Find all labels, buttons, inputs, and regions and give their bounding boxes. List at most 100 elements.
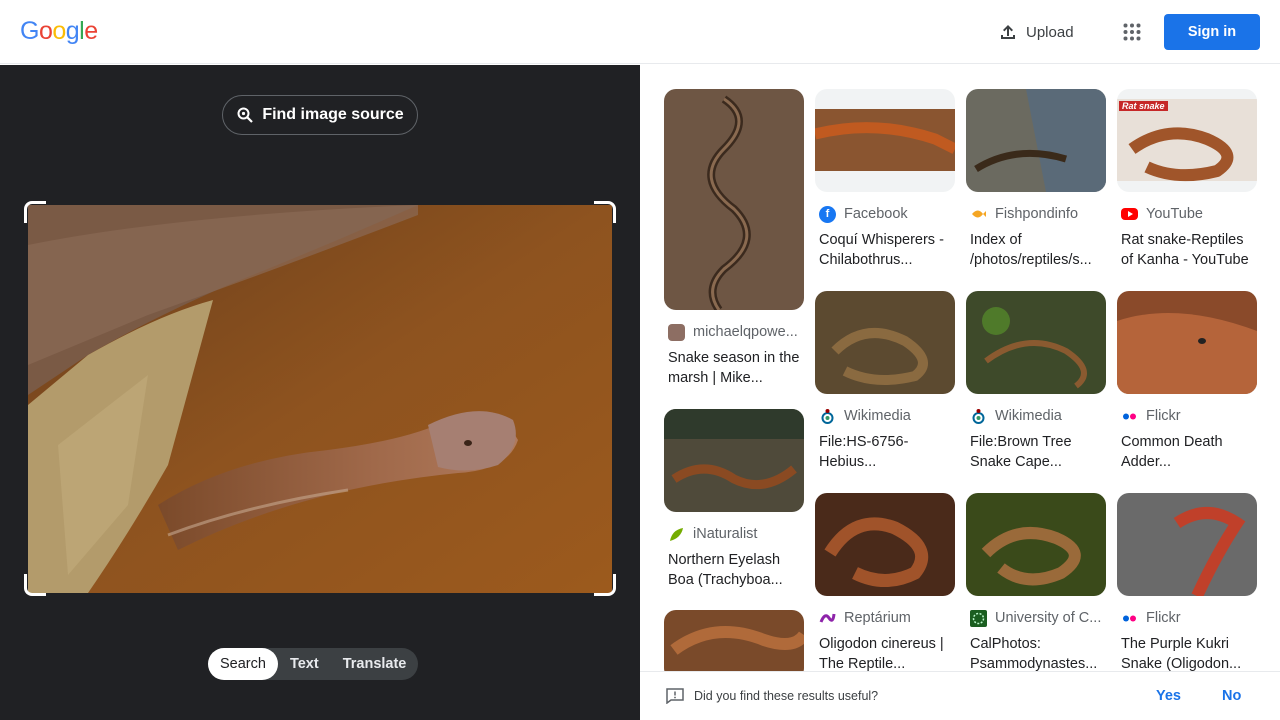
- result-source: Flickr: [1117, 406, 1257, 426]
- result-source-name: University of C...: [995, 610, 1102, 626]
- logo-letter: e: [84, 17, 98, 45]
- tab-search[interactable]: Search: [208, 648, 278, 680]
- result-thumbnail[interactable]: Rat snake: [1117, 89, 1257, 192]
- snake-thumbnail-image: [1117, 493, 1257, 596]
- wikimedia-icon: [819, 408, 836, 425]
- result-title[interactable]: File:HS-6756-Hebius...: [815, 432, 955, 472]
- feedback-question: Did you find these results useful?: [694, 689, 879, 703]
- snake-thumbnail-image: [815, 493, 955, 596]
- result-source-name: Flickr: [1146, 408, 1181, 424]
- result-title[interactable]: Oligodon cinereus | The Reptile...: [815, 634, 955, 671]
- wikimedia-icon: [970, 408, 987, 425]
- sign-in-button[interactable]: Sign in: [1164, 14, 1260, 50]
- result-source: Flickr: [1117, 608, 1257, 628]
- feedback-bar: Did you find these results useful? Yes N…: [640, 671, 1280, 720]
- result-thumbnail[interactable]: [966, 89, 1106, 192]
- result-title[interactable]: File:Brown Tree Snake Cape...: [966, 432, 1106, 472]
- result-source-name: Wikimedia: [995, 408, 1062, 424]
- result-card[interactable]: Fishpondinfo Index of /photos/reptiles/s…: [966, 89, 1106, 270]
- result-thumbnail[interactable]: [664, 409, 804, 512]
- snake-photo: [28, 205, 612, 593]
- snake-thumbnail-image: [966, 89, 1106, 192]
- upload-label: Upload: [1026, 23, 1074, 41]
- flickr-icon: [1121, 610, 1138, 627]
- result-source: michaelqpowe...: [664, 322, 804, 342]
- top-bar: Google Upload Sign in: [0, 0, 1280, 64]
- result-source-name: iNaturalist: [693, 526, 758, 542]
- visual-matches-grid: michaelqpowe... Snake season in the mars…: [640, 65, 1280, 671]
- result-thumbnail[interactable]: [664, 610, 804, 671]
- result-card[interactable]: University of C... CalPhotos: Psammodyna…: [966, 493, 1106, 671]
- result-title[interactable]: Northern Eyelash Boa (Trachyboa...: [664, 550, 804, 590]
- snake-thumbnail-image: [1117, 99, 1257, 182]
- result-thumbnail[interactable]: [815, 89, 955, 192]
- find-image-source-label: Find image source: [262, 106, 404, 123]
- apps-button[interactable]: [1116, 16, 1148, 48]
- query-image[interactable]: [28, 205, 612, 593]
- result-source-name: Wikimedia: [844, 408, 911, 424]
- result-title[interactable]: CalPhotos: Psammodynastes...: [966, 634, 1106, 671]
- fishpondinfo-icon: [970, 206, 987, 223]
- snake-thumbnail-image: [966, 493, 1106, 596]
- result-thumbnail[interactable]: [1117, 291, 1257, 394]
- result-card[interactable]: Wikimedia File:HS-6756-Hebius...: [815, 291, 955, 472]
- result-card[interactable]: Wikimedia File:Brown Tree Snake Cape...: [966, 291, 1106, 472]
- result-source-name: michaelqpowe...: [693, 324, 798, 340]
- result-title[interactable]: Index of /photos/reptiles/s...: [966, 230, 1106, 270]
- find-image-source-button[interactable]: Find image source: [222, 95, 418, 135]
- inaturalist-leaf-icon: [668, 526, 685, 543]
- google-logo[interactable]: Google: [20, 17, 98, 46]
- result-card[interactable]: Flickr The Purple Kukri Snake (Oligodon.…: [1117, 493, 1257, 671]
- result-thumbnail[interactable]: [966, 493, 1106, 596]
- result-thumbnail[interactable]: [966, 291, 1106, 394]
- result-source-name: Facebook: [844, 206, 908, 222]
- result-source-name: Flickr: [1146, 610, 1181, 626]
- result-source: iNaturalist: [664, 524, 804, 544]
- upload-button[interactable]: Upload: [988, 14, 1084, 50]
- result-source: University of C...: [966, 608, 1106, 628]
- result-thumbnail[interactable]: [815, 291, 955, 394]
- snake-thumbnail-image: [1117, 291, 1257, 394]
- result-thumbnail[interactable]: [664, 89, 804, 310]
- logo-letter: G: [20, 17, 39, 45]
- result-title[interactable]: Coquí Whisperers - Chilabothrus...: [815, 230, 955, 270]
- result-card[interactable]: Reptárium Oligodon cinereus | The Reptil…: [815, 493, 955, 671]
- result-thumbnail[interactable]: [815, 493, 955, 596]
- query-image-panel: Find image source Search Text Translate: [0, 65, 640, 720]
- result-card[interactable]: Flickr Common Death Adder...: [1117, 291, 1257, 472]
- result-card[interactable]: [664, 610, 804, 671]
- crop-handle-bottom-left[interactable]: [24, 574, 46, 596]
- result-thumbnail[interactable]: [1117, 493, 1257, 596]
- result-source: Reptárium: [815, 608, 955, 628]
- crop-handle-bottom-right[interactable]: [594, 574, 616, 596]
- result-title[interactable]: Rat snake-Reptiles of Kanha - YouTube: [1117, 230, 1257, 270]
- flickr-icon: [1121, 408, 1138, 425]
- logo-letter: g: [65, 17, 80, 45]
- university-icon: [970, 609, 987, 627]
- feedback-yes-button[interactable]: Yes: [1156, 688, 1181, 704]
- snake-thumbnail-image: [664, 409, 804, 512]
- result-title[interactable]: The Purple Kukri Snake (Oligodon...: [1117, 634, 1257, 671]
- avatar-icon: [668, 323, 685, 341]
- youtube-icon: [1121, 208, 1138, 220]
- feedback-no-button[interactable]: No: [1222, 688, 1241, 704]
- lens-search-icon: [237, 107, 254, 123]
- result-source: Fishpondinfo: [966, 204, 1106, 224]
- mode-tabs: Search Text Translate: [208, 648, 419, 680]
- crop-handle-top-left[interactable]: [24, 201, 46, 223]
- snake-thumbnail-image: [664, 610, 804, 671]
- result-card[interactable]: iNaturalist Northern Eyelash Boa (Trachy…: [664, 409, 804, 590]
- apps-grid-icon: [1123, 23, 1141, 41]
- crop-handle-top-right[interactable]: [594, 201, 616, 223]
- result-card[interactable]: Rat snake YouTube Rat snake-Reptiles of …: [1117, 89, 1257, 270]
- tab-translate[interactable]: Translate: [331, 648, 419, 680]
- result-card[interactable]: michaelqpowe... Snake season in the mars…: [664, 89, 804, 388]
- result-title[interactable]: Common Death Adder...: [1117, 432, 1257, 472]
- feedback-icon: [666, 688, 684, 704]
- upload-icon: [1001, 25, 1015, 39]
- result-source: f Facebook: [815, 204, 955, 224]
- tab-text[interactable]: Text: [278, 648, 331, 680]
- result-source-name: YouTube: [1146, 206, 1203, 222]
- result-card[interactable]: f Facebook Coquí Whisperers - Chilabothr…: [815, 89, 955, 270]
- result-title[interactable]: Snake season in the marsh | Mike...: [664, 348, 804, 388]
